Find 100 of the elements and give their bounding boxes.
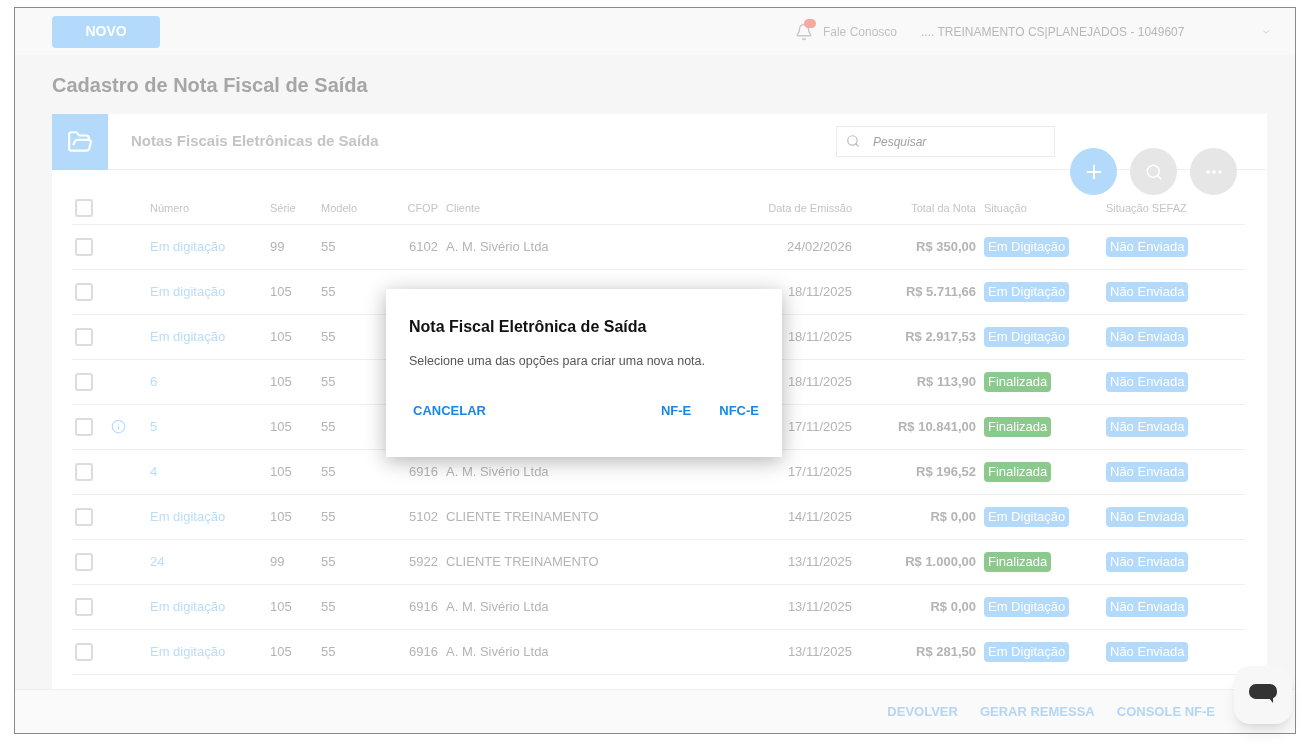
table-cell-text: CLIENTE TREINAMENTO [446, 508, 599, 527]
column-header: Total da Nota [911, 200, 977, 216]
option-button[interactable]: NF-E [660, 400, 692, 421]
number-link[interactable]: 6 [150, 372, 158, 392]
checkbox[interactable] [75, 328, 93, 346]
status-badge: Finalizada [984, 417, 1052, 437]
sefaz-badge: Não Enviada [1106, 372, 1189, 392]
status-badge: Em Digitação [984, 507, 1070, 527]
table-cell-text: 13/11/2025 [787, 643, 853, 662]
table-cell-text: 55 [321, 643, 336, 662]
table-cell-text: 55 [321, 238, 336, 257]
number-link[interactable]: Em digitação [150, 642, 226, 662]
checkbox[interactable] [75, 598, 93, 616]
footer-action[interactable]: CONSOLE NF-E [1116, 701, 1215, 722]
number-link[interactable]: Em digitação [150, 597, 226, 617]
number-link[interactable]: Em digitação [150, 327, 226, 347]
table-cell-text: R$ 196,52 [916, 463, 977, 482]
checkbox[interactable] [75, 418, 93, 436]
checkbox[interactable] [75, 643, 93, 661]
table-cell-text: 99 [270, 238, 285, 257]
number-link[interactable]: 4 [150, 462, 158, 482]
status-badge: Em Digitação [984, 237, 1070, 257]
status-badge: Em Digitação [984, 282, 1070, 302]
new-button[interactable]: NOVO [52, 15, 160, 48]
checkbox[interactable] [75, 508, 93, 526]
table-cell-text: R$ 0,00 [930, 508, 977, 527]
table-cell-text: 18/11/2025 [787, 328, 853, 347]
table-cell-text: R$ 10.841,00 [897, 418, 977, 437]
sefaz-badge: Não Enviada [1106, 597, 1189, 617]
table-cell-text: R$ 5.711,66 [905, 283, 977, 302]
sefaz-badge: Não Enviada [1106, 462, 1189, 482]
sefaz-badge: Não Enviada [1106, 282, 1189, 302]
chat-button[interactable] [1234, 666, 1292, 724]
footer-action[interactable]: GERAR REMESSA [979, 701, 1095, 722]
checkbox[interactable] [75, 373, 93, 391]
more-button[interactable] [1190, 148, 1237, 195]
dialog-message: Selecione uma das opções para criar uma nova nota. [409, 353, 706, 370]
table-cell-text: 6102 [409, 238, 439, 257]
table-cell-text: A. M. Sivério Ltda [446, 238, 549, 257]
table-cell-text: R$ 1.000,00 [905, 553, 977, 572]
table-cell-text: A. M. Sivério Ltda [446, 643, 549, 662]
table-cell-text: 105 [270, 508, 292, 527]
table-cell-text: 55 [321, 283, 336, 302]
table-cell-text: 5922 [409, 553, 439, 572]
table-cell-text: 105 [270, 643, 292, 662]
option-button[interactable]: NFC-E [719, 400, 759, 421]
company-selector[interactable]: .... TREINAMENTO CS|PLANEJADOS - 1049607 [921, 22, 1261, 41]
status-badge: Em Digitação [984, 327, 1070, 347]
table-cell-text: 105 [270, 418, 292, 437]
table-cell-text: 5102 [409, 508, 439, 527]
column-header: CFOP [407, 200, 439, 216]
table-cell-text: CLIENTE TREINAMENTO [446, 553, 599, 572]
folder-icon [67, 128, 93, 155]
column-header: Número [150, 200, 191, 216]
number-link[interactable]: 24 [150, 552, 165, 572]
table-cell-text: 55 [321, 598, 336, 617]
table-cell-text: R$ 2.917,53 [905, 328, 977, 347]
checkbox[interactable] [75, 199, 93, 217]
table-cell-text: 6916 [409, 463, 439, 482]
table-cell-text: 13/11/2025 [787, 553, 853, 572]
add-button[interactable] [1070, 148, 1117, 195]
table-cell-text: R$ 281,50 [916, 643, 977, 662]
number-link[interactable]: Em digitação [150, 237, 226, 257]
number-link[interactable]: Em digitação [150, 282, 226, 302]
number-link[interactable]: 5 [150, 417, 158, 437]
bell-icon[interactable] [794, 22, 813, 41]
sefaz-badge: Não Enviada [1106, 507, 1189, 527]
contact-link[interactable]: Fale Conosco [822, 22, 897, 41]
status-badge: Em Digitação [984, 642, 1070, 662]
search-field[interactable]: Pesquisar [836, 126, 1055, 157]
checkbox[interactable] [75, 238, 93, 256]
table-cell-text: R$ 350,00 [916, 238, 977, 257]
sefaz-badge: Não Enviada [1106, 237, 1189, 257]
checkbox[interactable] [75, 553, 93, 571]
search-icon [1144, 162, 1163, 181]
table-cell-text: 6916 [409, 598, 439, 617]
search-button[interactable] [1130, 148, 1177, 195]
table-cell-text: 18/11/2025 [787, 283, 853, 302]
table-cell-text: 24/02/2026 [786, 238, 853, 257]
number-link[interactable]: Em digitação [150, 507, 226, 527]
checkbox[interactable] [75, 283, 93, 301]
table-cell-text: 13/11/2025 [787, 598, 853, 617]
cancel-button[interactable]: CANCELAR [409, 400, 490, 421]
checkbox[interactable] [75, 463, 93, 481]
column-header: Data de Emissão [768, 200, 853, 216]
table-cell-text: 18/11/2025 [787, 373, 853, 392]
table-cell-text: R$ 0,00 [930, 598, 977, 617]
table-cell-text: A. M. Sivério Ltda [446, 598, 549, 617]
info-icon[interactable] [111, 419, 126, 434]
table-cell-text: 99 [270, 553, 285, 572]
status-badge: Finalizada [984, 372, 1052, 392]
table-cell-text: 6916 [409, 643, 439, 662]
table-cell-text: 105 [270, 598, 292, 617]
table-cell-text: 17/11/2025 [787, 418, 853, 437]
column-header: Situação [983, 200, 1028, 216]
footer-action[interactable]: DEVOLVER [887, 701, 958, 722]
page-title: Cadastro de Nota Fiscal de Saída [52, 73, 369, 98]
status-badge: Finalizada [984, 552, 1052, 572]
table-cell-text: 105 [270, 283, 292, 302]
panel-title: Notas Fiscais Eletrônicas de Saída [131, 131, 379, 152]
